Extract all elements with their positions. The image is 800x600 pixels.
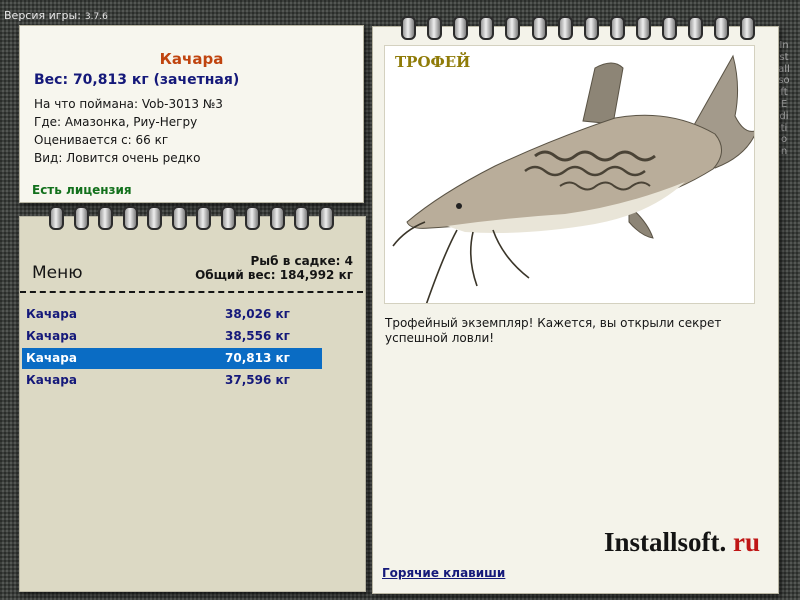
binding-ring xyxy=(635,16,651,40)
binding-ring xyxy=(196,206,211,230)
binding-ring xyxy=(73,206,89,230)
trophy-label: ТРОФЕЙ xyxy=(395,53,471,71)
trophy-caption: Трофейный экземпляр! Кажется, вы открыли… xyxy=(385,316,722,345)
catch-row-weight: 38,026 кг xyxy=(225,307,290,321)
catch-row-name: Качара xyxy=(26,351,77,365)
binding-ring xyxy=(294,206,309,230)
binding-ring xyxy=(479,16,495,40)
side-edition-text: Installsoft Edition xyxy=(778,40,790,158)
catch-row-weight: 70,813 кг xyxy=(225,351,290,365)
binding-ring xyxy=(427,16,443,40)
catch-row-weight: 38,556 кг xyxy=(225,329,290,343)
binding-ring xyxy=(98,206,113,230)
logo-ru-text: ru xyxy=(733,527,761,557)
fish-weight: Вес: 70,813 кг (зачетная) xyxy=(34,72,240,88)
binding-ring xyxy=(688,16,704,40)
trophy-page: ТРОФЕЙ Трофейный экземпляр! Кажется, вы … xyxy=(372,26,779,594)
value-line: Оценивается с: 66 кг xyxy=(34,133,169,147)
fish-info-card: Качара Вес: 70,813 кг (зачетная) На что … xyxy=(19,25,364,203)
rarity-line: Вид: Ловится очень редко xyxy=(34,151,201,165)
catch-stats: Рыб в садке: 4 Общий вес: 184,992 кг xyxy=(195,254,353,282)
catch-row[interactable]: Качара 38,556 кг xyxy=(22,326,322,347)
installsoft-logo: Installsoft. ru xyxy=(604,527,760,558)
binding-ring xyxy=(740,16,756,40)
binding-ring xyxy=(318,206,334,230)
menu-button[interactable]: Меню xyxy=(32,263,83,283)
binding-ring xyxy=(662,16,677,40)
catch-row[interactable]: Качара 37,596 кг xyxy=(22,370,322,391)
caught-with-line: На что поймана: Vob-3013 №3 xyxy=(34,97,223,111)
binding-ring xyxy=(147,206,162,230)
binding-ring xyxy=(557,16,573,40)
total-weight: Общий вес: 184,992 кг xyxy=(195,268,353,282)
dashed-divider xyxy=(20,291,363,293)
catch-panel: Меню Рыб в садке: 4 Общий вес: 184,992 к… xyxy=(19,216,366,592)
binding-ring xyxy=(49,206,64,230)
binding-ring xyxy=(171,206,187,230)
binding-ring xyxy=(453,16,469,40)
catch-row-name: Качара xyxy=(26,307,77,321)
binding-ring xyxy=(583,16,599,40)
binding-ring xyxy=(245,206,260,230)
catch-row-name: Качара xyxy=(26,329,77,343)
version-label: Версия игры: xyxy=(4,9,81,22)
binding-ring xyxy=(220,206,236,230)
binding-ring xyxy=(714,16,730,40)
hotkeys-link[interactable]: Горячие клавиши xyxy=(382,566,505,580)
catch-row[interactable]: Качара 38,026 кг xyxy=(22,304,322,325)
license-status: Есть лицензия xyxy=(32,183,132,197)
catch-row-name: Качара xyxy=(26,373,77,387)
catch-row-weight: 37,596 кг xyxy=(225,373,290,387)
binding-ring xyxy=(401,16,416,40)
trophy-photo: ТРОФЕЙ xyxy=(384,45,755,304)
fish-count: Рыб в садке: 4 xyxy=(250,254,354,268)
version-number: 3.7.6 xyxy=(84,12,108,22)
binding-ring xyxy=(609,16,625,40)
location-line: Где: Амазонка, Риу-Негру xyxy=(34,115,198,129)
binding-ring xyxy=(505,16,521,40)
catch-row[interactable]: Качара 70,813 кг xyxy=(22,348,322,369)
fish-title: Качара xyxy=(159,50,224,68)
binding-ring xyxy=(122,206,138,230)
version-info: Версия игры: 3.7.6 xyxy=(4,9,108,22)
catfish-image xyxy=(392,54,754,303)
binding-ring xyxy=(531,16,547,40)
binding-ring xyxy=(269,206,285,230)
logo-main-text: Installsoft. xyxy=(604,527,727,557)
